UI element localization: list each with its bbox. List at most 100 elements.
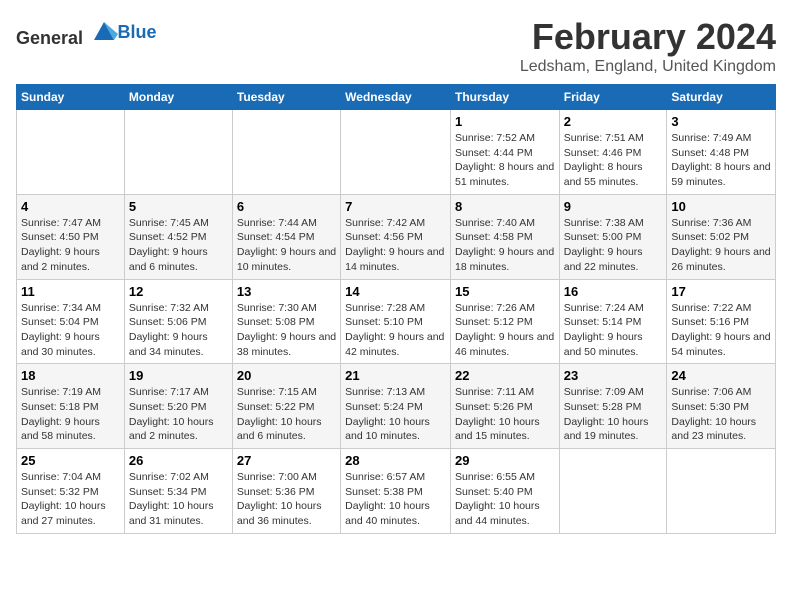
calendar-cell: 4 Sunrise: 7:47 AM Sunset: 4:50 PM Daylig… (17, 194, 125, 279)
day-info: Sunrise: 7:45 AM Sunset: 4:52 PM Dayligh… (129, 216, 228, 275)
day-number: 14 (345, 284, 446, 299)
calendar-cell: 24Sunrise: 7:06 AM Sunset: 5:30 PM Dayli… (667, 364, 776, 449)
day-info: Sunrise: 7:24 AM Sunset: 5:14 PM Dayligh… (564, 301, 663, 360)
title-area: February 2024 Ledsham, England, United K… (520, 16, 776, 76)
calendar-cell: 1Sunrise: 7:52 AM Sunset: 4:44 PM Daylig… (450, 110, 559, 195)
day-info: Sunrise: 7:09 AM Sunset: 5:28 PM Dayligh… (564, 385, 663, 444)
day-number: 12 (129, 284, 228, 299)
calendar-cell: 11 Sunrise: 7:34 AM Sunset: 5:04 PM Dayli… (17, 279, 125, 364)
day-number: 6 (237, 199, 336, 214)
day-info: Sunrise: 7:28 AM Sunset: 5:10 PM Dayligh… (345, 301, 446, 360)
day-info: Sunrise: 7:19 AM Sunset: 5:18 PM Dayligh… (21, 385, 120, 444)
day-number: 21 (345, 368, 446, 383)
calendar-cell: 29Sunrise: 6:55 AM Sunset: 5:40 PM Dayli… (450, 449, 559, 534)
day-info: Sunrise: 7:00 AM Sunset: 5:36 PM Dayligh… (237, 470, 336, 529)
day-number: 13 (237, 284, 336, 299)
calendar-cell: 19 Sunrise: 7:17 AM Sunset: 5:20 PM Dayli… (124, 364, 232, 449)
day-info: Sunrise: 6:57 AM Sunset: 5:38 PM Dayligh… (345, 470, 446, 529)
day-number: 22 (455, 368, 555, 383)
day-number: 11 (21, 284, 120, 299)
day-info: Sunrise: 7:40 AM Sunset: 4:58 PM Dayligh… (455, 216, 555, 275)
calendar-cell: 13 Sunrise: 7:30 AM Sunset: 5:08 PM Dayli… (232, 279, 340, 364)
calendar-cell (124, 110, 232, 195)
day-number: 5 (129, 199, 228, 214)
day-number: 4 (21, 199, 120, 214)
day-number: 28 (345, 453, 446, 468)
day-info: Sunrise: 7:04 AM Sunset: 5:32 PM Dayligh… (21, 470, 120, 529)
calendar-cell: 6Sunrise: 7:44 AM Sunset: 4:54 PM Daylig… (232, 194, 340, 279)
day-number: 25 (21, 453, 120, 468)
logo-icon (90, 16, 118, 44)
day-number: 8 (455, 199, 555, 214)
calendar-cell: 14 Sunrise: 7:28 AM Sunset: 5:10 PM Dayli… (341, 279, 451, 364)
day-info: Sunrise: 7:17 AM Sunset: 5:20 PM Dayligh… (129, 385, 228, 444)
calendar-cell: 7 Sunrise: 7:42 AM Sunset: 4:56 PM Daylig… (341, 194, 451, 279)
header-row: SundayMondayTuesdayWednesdayThursdayFrid… (17, 85, 776, 110)
header-day-tuesday: Tuesday (232, 85, 340, 110)
calendar-cell: 27 Sunrise: 7:00 AM Sunset: 5:36 PM Dayli… (232, 449, 340, 534)
calendar-cell: 20Sunrise: 7:15 AM Sunset: 5:22 PM Dayli… (232, 364, 340, 449)
day-number: 24 (671, 368, 771, 383)
calendar-cell: 9 Sunrise: 7:38 AM Sunset: 5:00 PM Daylig… (559, 194, 667, 279)
day-info: Sunrise: 7:38 AM Sunset: 5:00 PM Dayligh… (564, 216, 663, 275)
calendar-table: SundayMondayTuesdayWednesdayThursdayFrid… (16, 84, 776, 534)
calendar-cell: 3 Sunrise: 7:49 AM Sunset: 4:48 PM Daylig… (667, 110, 776, 195)
calendar-cell: 26 Sunrise: 7:02 AM Sunset: 5:34 PM Dayli… (124, 449, 232, 534)
calendar-week-row: 4 Sunrise: 7:47 AM Sunset: 4:50 PM Daylig… (17, 194, 776, 279)
day-info: Sunrise: 7:26 AM Sunset: 5:12 PM Dayligh… (455, 301, 555, 360)
day-info: Sunrise: 7:34 AM Sunset: 5:04 PM Dayligh… (21, 301, 120, 360)
day-info: Sunrise: 7:15 AM Sunset: 5:22 PM Dayligh… (237, 385, 336, 444)
day-number: 26 (129, 453, 228, 468)
month-title: February 2024 (520, 16, 776, 58)
calendar-week-row: 25 Sunrise: 7:04 AM Sunset: 5:32 PM Dayli… (17, 449, 776, 534)
calendar-week-row: 1Sunrise: 7:52 AM Sunset: 4:44 PM Daylig… (17, 110, 776, 195)
calendar-cell (341, 110, 451, 195)
day-info: Sunrise: 7:30 AM Sunset: 5:08 PM Dayligh… (237, 301, 336, 360)
calendar-cell (17, 110, 125, 195)
logo-text-general: General (16, 28, 83, 48)
day-info: Sunrise: 7:52 AM Sunset: 4:44 PM Dayligh… (455, 131, 555, 190)
calendar-header: SundayMondayTuesdayWednesdayThursdayFrid… (17, 85, 776, 110)
day-info: Sunrise: 7:42 AM Sunset: 4:56 PM Dayligh… (345, 216, 446, 275)
calendar-cell: 23Sunrise: 7:09 AM Sunset: 5:28 PM Dayli… (559, 364, 667, 449)
day-number: 15 (455, 284, 555, 299)
day-number: 17 (671, 284, 771, 299)
calendar-cell: 10Sunrise: 7:36 AM Sunset: 5:02 PM Dayli… (667, 194, 776, 279)
day-number: 7 (345, 199, 446, 214)
calendar-cell (559, 449, 667, 534)
day-info: Sunrise: 7:32 AM Sunset: 5:06 PM Dayligh… (129, 301, 228, 360)
calendar-cell: 17 Sunrise: 7:22 AM Sunset: 5:16 PM Dayli… (667, 279, 776, 364)
calendar-cell: 28 Sunrise: 6:57 AM Sunset: 5:38 PM Dayli… (341, 449, 451, 534)
logo: General Blue (16, 16, 157, 49)
day-number: 16 (564, 284, 663, 299)
calendar-cell (232, 110, 340, 195)
calendar-week-row: 11 Sunrise: 7:34 AM Sunset: 5:04 PM Dayli… (17, 279, 776, 364)
header-day-wednesday: Wednesday (341, 85, 451, 110)
calendar-cell: 2Sunrise: 7:51 AM Sunset: 4:46 PM Daylig… (559, 110, 667, 195)
day-number: 27 (237, 453, 336, 468)
day-number: 3 (671, 114, 771, 129)
calendar-cell (667, 449, 776, 534)
day-info: Sunrise: 7:49 AM Sunset: 4:48 PM Dayligh… (671, 131, 771, 190)
day-info: Sunrise: 7:02 AM Sunset: 5:34 PM Dayligh… (129, 470, 228, 529)
day-number: 19 (129, 368, 228, 383)
location-title: Ledsham, England, United Kingdom (520, 58, 776, 76)
header-day-monday: Monday (124, 85, 232, 110)
header-day-friday: Friday (559, 85, 667, 110)
calendar-cell: 12 Sunrise: 7:32 AM Sunset: 5:06 PM Dayli… (124, 279, 232, 364)
day-info: Sunrise: 7:11 AM Sunset: 5:26 PM Dayligh… (455, 385, 555, 444)
calendar-cell: 8 Sunrise: 7:40 AM Sunset: 4:58 PM Daylig… (450, 194, 559, 279)
calendar-cell: 21Sunrise: 7:13 AM Sunset: 5:24 PM Dayli… (341, 364, 451, 449)
calendar-week-row: 18 Sunrise: 7:19 AM Sunset: 5:18 PM Dayli… (17, 364, 776, 449)
calendar-cell: 5 Sunrise: 7:45 AM Sunset: 4:52 PM Daylig… (124, 194, 232, 279)
calendar-cell: 22 Sunrise: 7:11 AM Sunset: 5:26 PM Dayli… (450, 364, 559, 449)
calendar-cell: 15 Sunrise: 7:26 AM Sunset: 5:12 PM Dayli… (450, 279, 559, 364)
logo-text-blue: Blue (118, 22, 157, 42)
day-number: 18 (21, 368, 120, 383)
day-number: 2 (564, 114, 663, 129)
day-number: 9 (564, 199, 663, 214)
page-header: General Blue February 2024 Ledsham, Engl… (16, 16, 776, 76)
day-info: Sunrise: 7:22 AM Sunset: 5:16 PM Dayligh… (671, 301, 771, 360)
day-number: 10 (671, 199, 771, 214)
day-info: Sunrise: 7:47 AM Sunset: 4:50 PM Dayligh… (21, 216, 120, 275)
